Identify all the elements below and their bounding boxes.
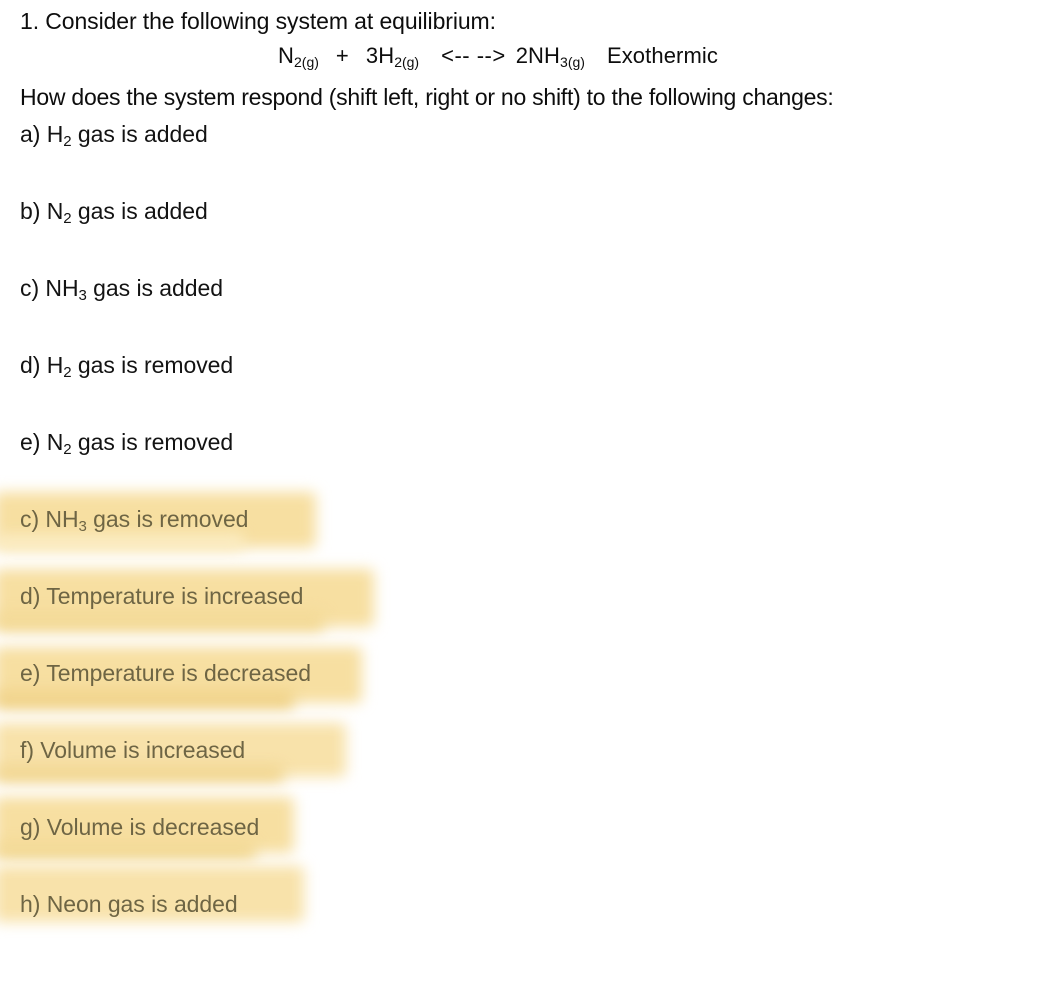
equation-reactant-2-state: 2(g) <box>394 53 420 70</box>
option-c-text: gas is added <box>86 275 223 301</box>
option-c-subscript: 3 <box>78 286 87 304</box>
option-d-h2-removed: d) H2 gas is removed <box>20 349 233 389</box>
option-e-n2-removed: e) N2 gas is removed <box>20 426 233 466</box>
option-g-label: g) Volume is decreased <box>20 814 260 840</box>
option-h-neon-added: h) Neon gas is added <box>20 888 238 920</box>
equation-reactant-1-state: 2(g) <box>294 53 319 70</box>
option-g-volume-decreased: g) Volume is decreased <box>20 811 259 843</box>
option-f-label: f) Volume is increased <box>20 737 246 763</box>
option-b-n2-added: b) N2 gas is added <box>20 195 208 235</box>
equation-product: 2NH <box>515 43 561 68</box>
equation-reactant-1: N <box>278 43 294 68</box>
equation-reactant-2: 3H <box>365 43 395 68</box>
highlight-marker-temp-increased-tail <box>0 613 324 631</box>
highlight-marker-volume-decreased-tail <box>0 843 256 859</box>
equation-product-state: 3(g) <box>560 53 585 70</box>
option-d-subscript: 2 <box>63 363 72 381</box>
option-e-subscript: 2 <box>63 440 72 458</box>
highlight-marker-temp-decreased-tail <box>0 691 294 709</box>
option-c2-text: gas is removed <box>86 506 249 532</box>
option-c2-subscript: 3 <box>78 517 87 535</box>
option-b-label: b) N <box>20 198 64 224</box>
option-e2-temperature-decreased: e) Temperature is decreased <box>20 657 311 689</box>
option-h-label: h) Neon gas is added <box>20 891 238 917</box>
question-prompt: How does the system respond (shift left,… <box>20 84 834 110</box>
option-a-label: a) H <box>20 121 64 147</box>
option-d-text: gas is removed <box>71 352 234 378</box>
option-c2-nh3-removed: c) NH3 gas is removed <box>20 503 248 543</box>
highlight-marker-volume-increased-tail <box>0 766 284 782</box>
option-c2-label: c) NH <box>20 506 79 532</box>
option-a-subscript: 2 <box>63 132 72 150</box>
option-c-label: c) NH <box>20 275 79 301</box>
equation-plus-sign: + <box>335 43 349 68</box>
option-e-text: gas is removed <box>71 429 234 455</box>
equilibrium-arrow: <-- --> <box>441 43 506 68</box>
page-title: 1. Consider the following system at equi… <box>20 8 496 34</box>
option-d-label: d) H <box>20 352 64 378</box>
option-b-text: gas is added <box>71 198 208 224</box>
chemical-equation: N2(g) +3H2(g) <-- --> 2NH3(g) Exothermic <box>278 41 718 77</box>
option-d2-temperature-increased: d) Temperature is increased <box>20 580 303 612</box>
option-a-text: gas is added <box>71 121 208 147</box>
option-e-label: e) N <box>20 429 64 455</box>
option-c-nh3-added: c) NH3 gas is added <box>20 272 223 312</box>
option-b-subscript: 2 <box>63 209 72 227</box>
option-f-volume-increased: f) Volume is increased <box>20 734 245 766</box>
option-a-h2-added: a) H2 gas is added <box>20 118 208 158</box>
equation-thermochemistry-label: Exothermic <box>606 43 718 68</box>
option-d2-label: d) Temperature is increased <box>20 583 304 609</box>
option-e2-label: e) Temperature is decreased <box>20 660 311 686</box>
worksheet-page: 1. Consider the following system at equi… <box>0 0 1041 999</box>
